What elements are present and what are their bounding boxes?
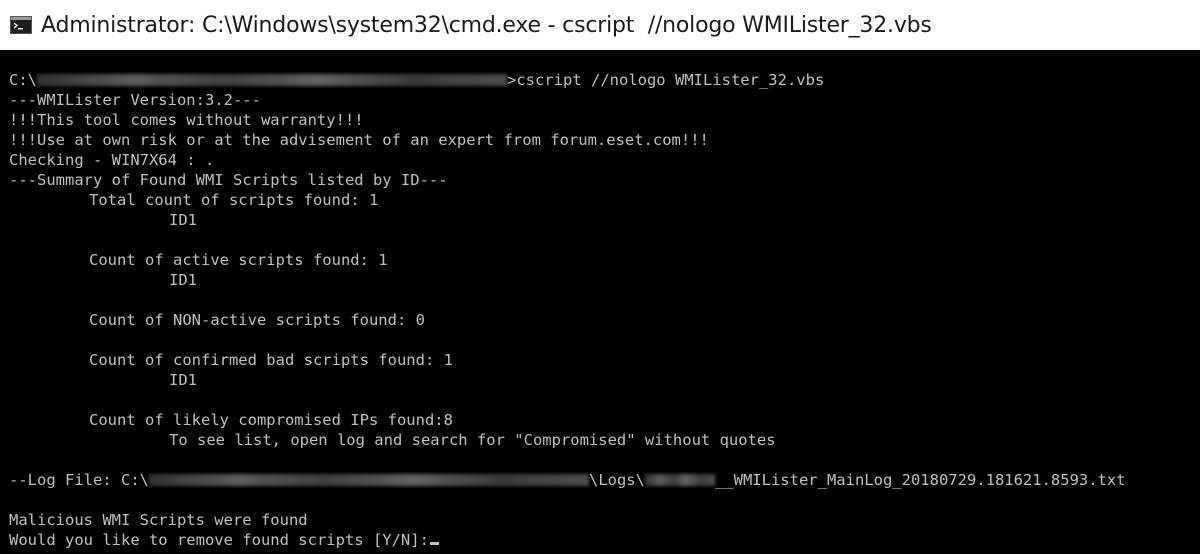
console-output[interactable]: C:\ >cscript //nologo WMILister_32.vbs --… xyxy=(0,50,1200,554)
prompt-command: >cscript //nologo WMILister_32.vbs xyxy=(507,71,825,89)
title-bar[interactable]: Administrator: C:\Windows\system32\cmd.e… xyxy=(0,0,1200,50)
remove-prompt: Would you like to remove found scripts [… xyxy=(9,531,429,549)
cmd-icon xyxy=(10,16,32,34)
log-suffix: __WMILister_MainLog_20180729.181621.8593… xyxy=(714,471,1126,489)
risk-line: !!!Use at own risk or at the advisement … xyxy=(9,131,709,149)
bad-id-line: ID1 xyxy=(169,371,197,389)
ips-hint-line: To see list, open log and search for "Co… xyxy=(169,431,776,449)
checking-line: Checking - WIN7X64 : . xyxy=(9,151,215,169)
active-id-line: ID1 xyxy=(169,271,197,289)
malicious-line: Malicious WMI Scripts were found xyxy=(9,511,308,529)
active-count-line: Count of active scripts found: 1 xyxy=(89,251,388,269)
remove-prompt-line[interactable]: Would you like to remove found scripts [… xyxy=(9,530,439,550)
cmd-window: Administrator: C:\Windows\system32\cmd.e… xyxy=(0,0,1200,554)
ips-count-line: Count of likely compromised IPs found:8 xyxy=(89,411,453,429)
redacted-path xyxy=(37,73,507,86)
version-line: ---WMILister Version:3.2--- xyxy=(9,91,261,109)
text-cursor xyxy=(429,542,439,545)
log-prefix: --Log File: C:\ xyxy=(9,471,149,489)
total-id-line: ID1 xyxy=(169,211,197,229)
total-count-line: Total count of scripts found: 1 xyxy=(89,191,379,209)
window-title: Administrator: C:\Windows\system32\cmd.e… xyxy=(41,12,932,38)
redacted-log-name xyxy=(644,473,715,486)
log-mid: \Logs\ xyxy=(588,471,645,489)
nonactive-count-line: Count of NON-active scripts found: 0 xyxy=(89,311,425,329)
redacted-log-path xyxy=(148,473,589,486)
summary-header: ---Summary of Found WMI Scripts listed b… xyxy=(9,171,448,189)
prompt-prefix: C:\ xyxy=(9,71,37,89)
bad-count-line: Count of confirmed bad scripts found: 1 xyxy=(89,351,453,369)
log-file-line: --Log File: C:\ \Logs\ __WMILister_MainLog… xyxy=(9,470,1126,490)
warranty-line: !!!This tool comes without warranty!!! xyxy=(9,111,364,129)
prompt-line: C:\ >cscript //nologo WMILister_32.vbs xyxy=(9,70,824,90)
